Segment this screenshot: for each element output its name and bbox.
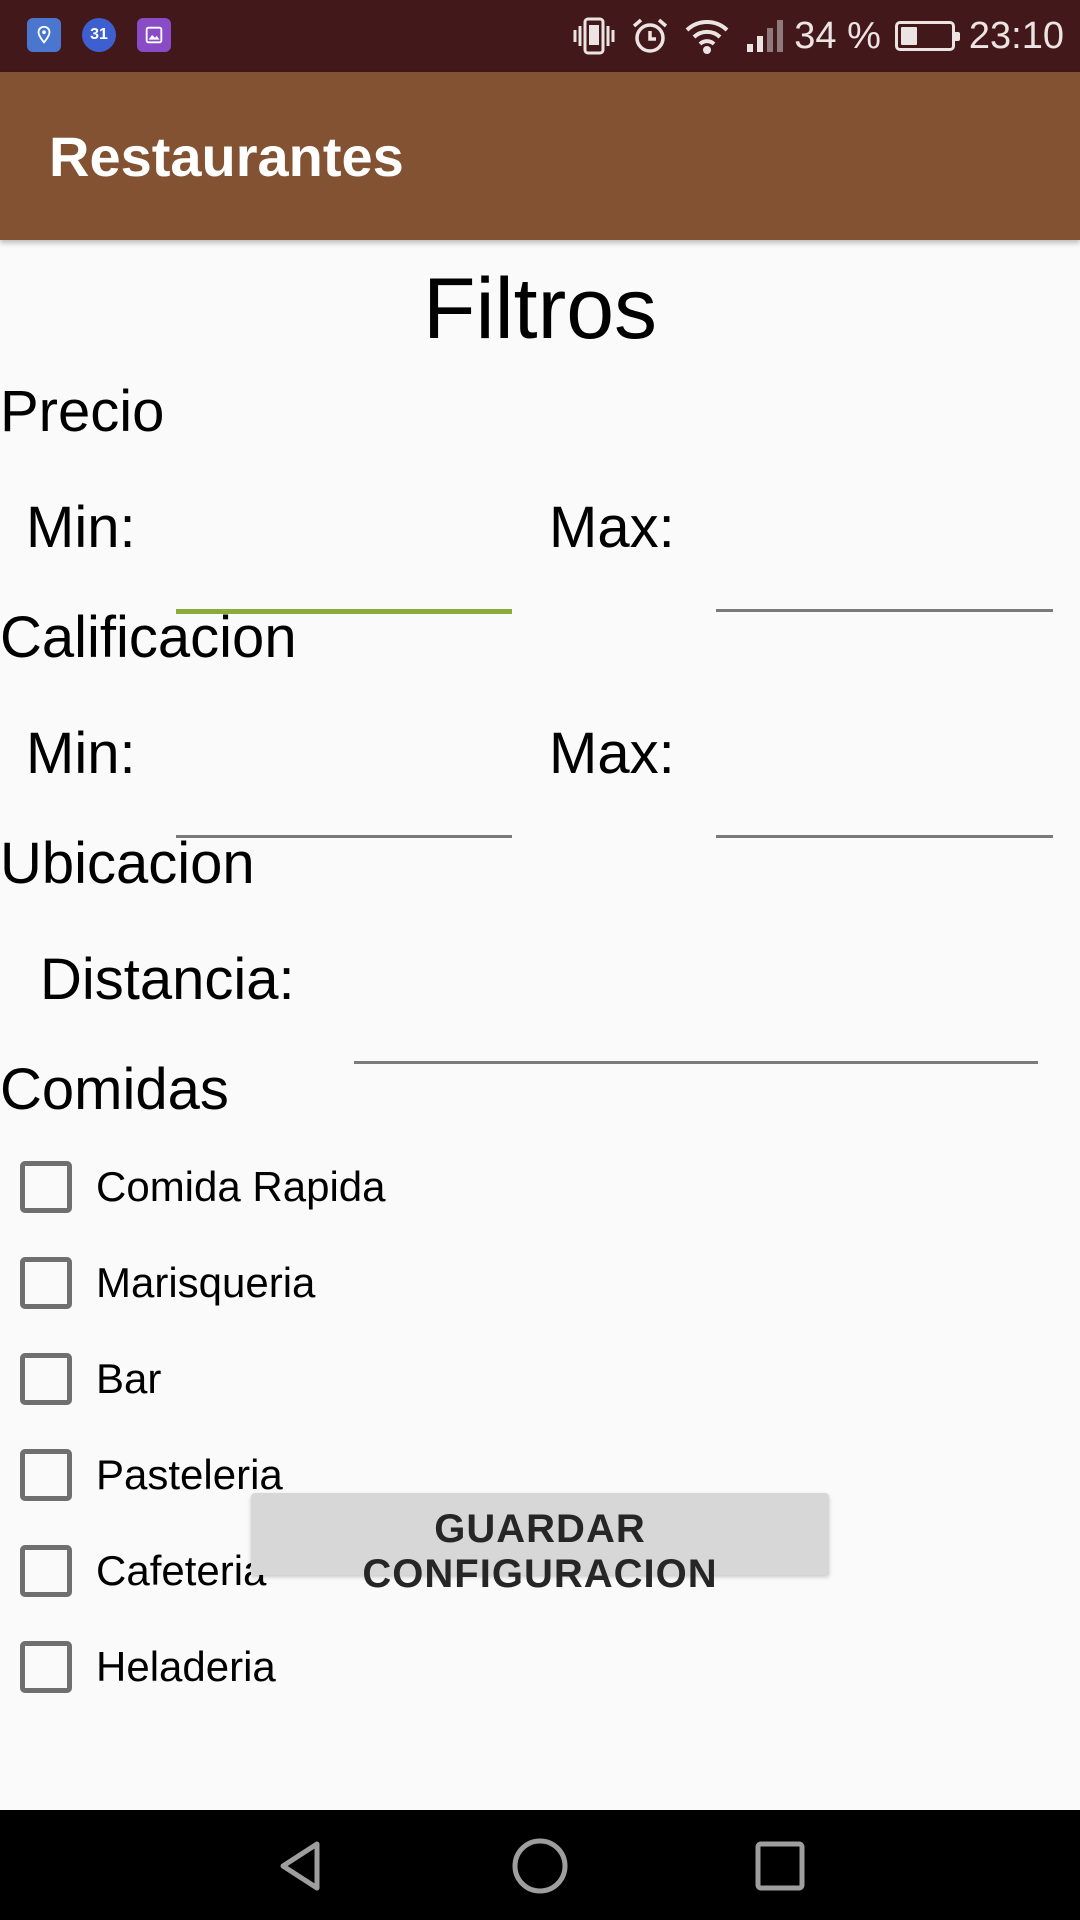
checkbox[interactable] <box>20 1449 72 1501</box>
checkbox[interactable] <box>20 1257 72 1309</box>
alarm-icon <box>633 18 668 53</box>
home-icon[interactable] <box>509 1835 571 1897</box>
battery-icon <box>894 21 960 51</box>
location-pin-icon <box>27 18 61 52</box>
app-title: Restaurantes <box>49 125 404 188</box>
price-max-input[interactable] <box>716 572 1053 612</box>
price-min-label: Min: <box>26 495 136 560</box>
clock-text: 23:10 <box>968 14 1064 57</box>
food-option-pasteleria[interactable]: Pasteleria <box>20 1445 283 1505</box>
distance-input[interactable] <box>354 1024 1038 1064</box>
checkbox[interactable] <box>20 1641 72 1693</box>
battery-level-fill <box>900 27 917 45</box>
vibrate-icon <box>573 17 615 55</box>
food-option-comida-rapida[interactable]: Comida Rapida <box>20 1157 386 1217</box>
page-title: Filtros <box>422 261 658 357</box>
rating-max-label: Max: <box>549 721 675 786</box>
food-option-bar[interactable]: Bar <box>20 1349 161 1409</box>
checkbox-label: Heladeria <box>96 1643 276 1690</box>
calendar-day-text: 31 <box>90 26 108 43</box>
rating-section-label: Calificacion <box>0 605 297 670</box>
checkbox-label: Marisqueria <box>96 1259 316 1306</box>
location-section-label: Ubicacion <box>0 831 255 896</box>
gallery-icon <box>137 18 171 52</box>
wifi-icon <box>685 20 729 54</box>
battery-percent-text: 34 % <box>794 14 881 57</box>
recents-icon[interactable] <box>749 1835 811 1897</box>
checkbox-label: Bar <box>96 1355 162 1402</box>
save-configuration-button[interactable]: GUARDAR CONFIGURACION <box>251 1493 829 1596</box>
calendar-icon: 31 <box>82 18 116 52</box>
status-bar: 31 34 % 23:10 <box>0 0 1080 72</box>
signal-icon <box>747 20 784 52</box>
back-icon[interactable] <box>270 1835 332 1897</box>
checkbox-label: Comida Rapida <box>96 1163 386 1210</box>
checkbox[interactable] <box>20 1161 72 1213</box>
checkbox[interactable] <box>20 1545 72 1597</box>
checkbox-label: Cafeteria <box>96 1547 267 1594</box>
food-option-heladeria[interactable]: Heladeria <box>20 1637 276 1697</box>
price-section-label: Precio <box>0 379 165 444</box>
system-icons: 34 % 23:10 <box>572 0 1064 72</box>
price-max-label: Max: <box>549 495 675 560</box>
food-option-cafeteria[interactable]: Cafeteria <box>20 1541 266 1601</box>
food-option-marisqueria[interactable]: Marisqueria <box>20 1253 315 1313</box>
rating-min-label: Min: <box>26 721 136 786</box>
distance-label: Distancia: <box>40 947 295 1012</box>
checkbox-label: Pasteleria <box>96 1451 283 1498</box>
rating-max-input[interactable] <box>716 798 1053 838</box>
navigation-bar <box>0 1810 1080 1920</box>
foods-section-label: Comidas <box>0 1057 229 1122</box>
app-bar: Restaurantes <box>0 72 1080 240</box>
checkbox[interactable] <box>20 1353 72 1405</box>
